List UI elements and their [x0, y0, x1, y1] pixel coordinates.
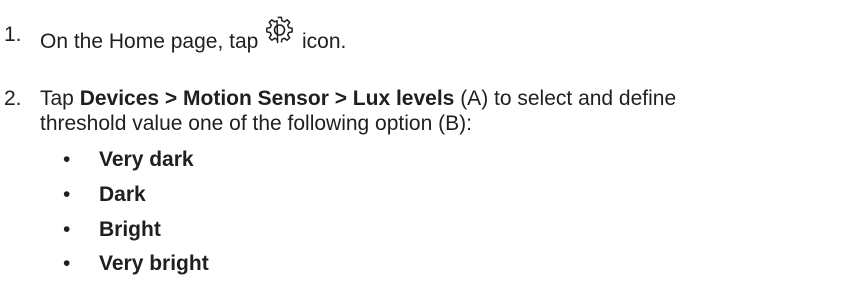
- option-label: Very dark: [99, 148, 194, 171]
- step-2-prefix: Tap: [40, 87, 80, 110]
- step-1: 1. On the Home page, tap icon.: [4, 16, 840, 54]
- list-item: • Very bright: [4, 251, 704, 277]
- menu-path: Devices > Motion Sensor > Lux levels: [79, 87, 455, 110]
- step-1-text: On the Home page, tap icon.: [40, 16, 840, 54]
- option-label: Dark: [99, 183, 146, 206]
- list-item: • Very dark: [4, 147, 704, 173]
- list-item: • Dark: [4, 182, 704, 208]
- step-number: 2.: [4, 87, 22, 110]
- step-2: 2. Tap Devices > Motion Sensor > Lux lev…: [4, 86, 840, 140]
- step-number: 1.: [4, 23, 22, 46]
- instructions-document: 1. On the Home page, tap icon. 2. Tap De…: [0, 0, 846, 299]
- step-2-middle: (A) to select and define: [454, 87, 677, 110]
- bullet: •: [63, 218, 71, 241]
- step-2-line-2: threshold value one of the following opt…: [40, 112, 472, 135]
- bullet: •: [63, 183, 71, 206]
- option-label: Very bright: [99, 252, 209, 275]
- step-1-text-before: On the Home page, tap: [40, 30, 259, 53]
- list-item: • Bright: [4, 217, 704, 243]
- gear-icon: [266, 16, 294, 44]
- step-2-text: Tap Devices > Motion Sensor > Lux levels…: [40, 86, 840, 136]
- bullet: •: [63, 148, 71, 171]
- option-label: Bright: [99, 218, 161, 241]
- step-1-text-after: icon.: [302, 30, 347, 53]
- bullet: •: [63, 252, 71, 275]
